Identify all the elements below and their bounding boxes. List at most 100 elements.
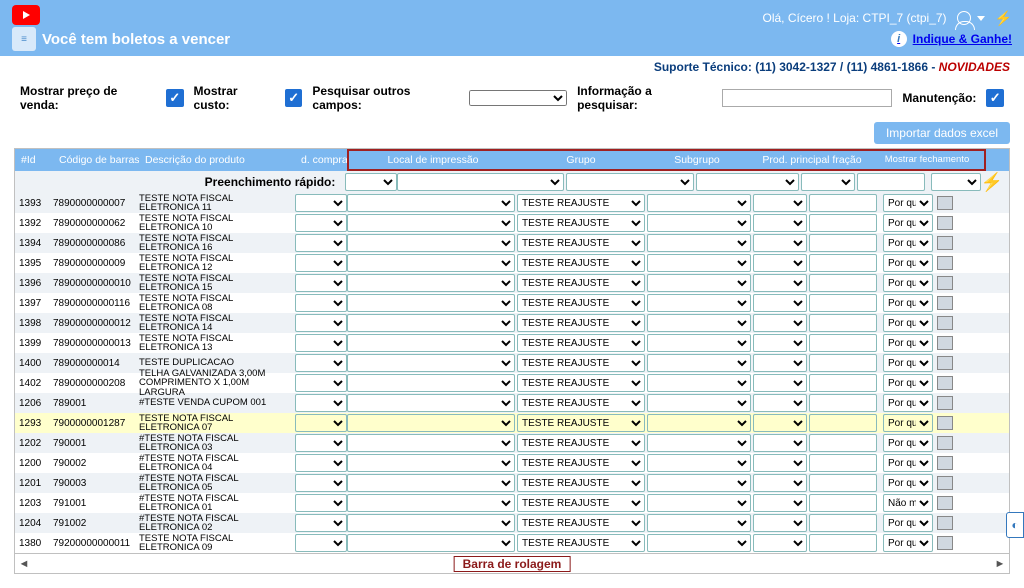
row-most-select[interactable]: Por quant: [883, 254, 933, 272]
row-details-icon[interactable]: [937, 316, 953, 330]
row-dcompra-select[interactable]: [295, 414, 347, 432]
row-prod-input[interactable]: [809, 374, 877, 392]
row-sub-select[interactable]: [647, 214, 751, 232]
row-sub-select[interactable]: [647, 294, 751, 312]
row-sub-select[interactable]: [647, 474, 751, 492]
horizontal-scrollbar[interactable]: ◄ Barra de rolagem ►: [14, 554, 1010, 574]
row-dcompra-select[interactable]: [295, 214, 347, 232]
row-prod-input[interactable]: [809, 234, 877, 252]
row-prod-select[interactable]: [753, 274, 807, 292]
row-dcompra-select[interactable]: [295, 334, 347, 352]
row-dcompra-select[interactable]: [295, 354, 347, 372]
quick-local-select[interactable]: [397, 173, 564, 191]
row-prod-select[interactable]: [753, 514, 807, 532]
row-most-select[interactable]: Por quant: [883, 334, 933, 352]
row-local-select[interactable]: [347, 234, 515, 252]
row-sub-select[interactable]: [647, 434, 751, 452]
row-prod-select[interactable]: [753, 394, 807, 412]
filter-custo-checkbox[interactable]: ✓: [285, 89, 303, 107]
row-grupo-select[interactable]: TESTE REAJUSTE: [517, 194, 645, 212]
row-details-icon[interactable]: [937, 516, 953, 530]
row-local-select[interactable]: [347, 474, 515, 492]
row-prod-input[interactable]: [809, 434, 877, 452]
row-most-select[interactable]: Por quant: [883, 514, 933, 532]
row-most-select[interactable]: Por quant: [883, 354, 933, 372]
row-grupo-select[interactable]: TESTE REAJUSTE: [517, 274, 645, 292]
row-prod-input[interactable]: [809, 494, 877, 512]
row-prod-input[interactable]: [809, 334, 877, 352]
row-details-icon[interactable]: [937, 456, 953, 470]
filter-outros-select[interactable]: [469, 90, 567, 106]
row-most-select[interactable]: Por quant: [883, 414, 933, 432]
row-most-select[interactable]: Por quant: [883, 274, 933, 292]
row-prod-input[interactable]: [809, 194, 877, 212]
row-sub-select[interactable]: [647, 394, 751, 412]
row-local-select[interactable]: [347, 354, 515, 372]
row-grupo-select[interactable]: TESTE REAJUSTE: [517, 314, 645, 332]
row-most-select[interactable]: Por quant: [883, 474, 933, 492]
row-details-icon[interactable]: [937, 356, 953, 370]
row-local-select[interactable]: [347, 314, 515, 332]
row-dcompra-select[interactable]: [295, 294, 347, 312]
row-grupo-select[interactable]: TESTE REAJUSTE: [517, 394, 645, 412]
row-details-icon[interactable]: [937, 396, 953, 410]
quick-grupo-select[interactable]: [566, 173, 693, 191]
row-local-select[interactable]: [347, 494, 515, 512]
row-most-select[interactable]: Por quant: [883, 234, 933, 252]
row-local-select[interactable]: [347, 414, 515, 432]
row-local-select[interactable]: [347, 274, 515, 292]
row-grupo-select[interactable]: TESTE REAJUSTE: [517, 414, 645, 432]
indique-link[interactable]: i Indique & Ganhe!: [891, 31, 1012, 47]
row-most-select[interactable]: Por quant: [883, 194, 933, 212]
row-prod-select[interactable]: [753, 454, 807, 472]
row-dcompra-select[interactable]: [295, 274, 347, 292]
row-sub-select[interactable]: [647, 274, 751, 292]
row-grupo-select[interactable]: TESTE REAJUSTE: [517, 474, 645, 492]
row-dcompra-select[interactable]: [295, 534, 347, 552]
col-dcompra[interactable]: d. compra: [295, 152, 347, 168]
row-grupo-select[interactable]: TESTE REAJUSTE: [517, 354, 645, 372]
row-sub-select[interactable]: [647, 314, 751, 332]
row-local-select[interactable]: [347, 294, 515, 312]
row-prod-input[interactable]: [809, 414, 877, 432]
row-local-select[interactable]: [347, 194, 515, 212]
scroll-track[interactable]: Barra de rolagem: [33, 554, 991, 573]
col-id[interactable]: #Id: [15, 152, 53, 168]
row-details-icon[interactable]: [937, 336, 953, 350]
row-local-select[interactable]: [347, 374, 515, 392]
row-dcompra-select[interactable]: [295, 474, 347, 492]
row-details-icon[interactable]: [937, 536, 953, 550]
row-dcompra-select[interactable]: [295, 194, 347, 212]
row-details-icon[interactable]: [937, 476, 953, 490]
row-local-select[interactable]: [347, 434, 515, 452]
row-details-icon[interactable]: [937, 196, 953, 210]
row-details-icon[interactable]: [937, 256, 953, 270]
scroll-left-arrow[interactable]: ◄: [15, 554, 33, 573]
row-dcompra-select[interactable]: [295, 314, 347, 332]
row-local-select[interactable]: [347, 454, 515, 472]
quick-dcompra-select[interactable]: [345, 173, 397, 191]
filter-manut-checkbox[interactable]: ✓: [986, 89, 1004, 107]
row-dcompra-select[interactable]: [295, 454, 347, 472]
row-most-select[interactable]: Por quant: [883, 394, 933, 412]
filter-info-input[interactable]: [722, 89, 892, 107]
row-prod-select[interactable]: [753, 494, 807, 512]
quick-prod-select[interactable]: [801, 173, 855, 191]
row-prod-input[interactable]: [809, 474, 877, 492]
quick-sub-select[interactable]: [696, 173, 799, 191]
row-prod-select[interactable]: [753, 214, 807, 232]
row-sub-select[interactable]: [647, 374, 751, 392]
col-desc[interactable]: Descrição do produto: [139, 152, 295, 168]
row-prod-input[interactable]: [809, 534, 877, 552]
import-button[interactable]: Importar dados excel: [874, 122, 1010, 144]
row-grupo-select[interactable]: TESTE REAJUSTE: [517, 294, 645, 312]
row-most-select[interactable]: Por quant: [883, 214, 933, 232]
row-most-select[interactable]: Por quant: [883, 294, 933, 312]
row-details-icon[interactable]: [937, 216, 953, 230]
col-prod[interactable]: Prod. principal fração: [749, 152, 875, 168]
row-prod-input[interactable]: [809, 394, 877, 412]
col-grupo[interactable]: Grupo: [517, 152, 645, 168]
row-sub-select[interactable]: [647, 514, 751, 532]
row-prod-select[interactable]: [753, 294, 807, 312]
row-grupo-select[interactable]: TESTE REAJUSTE: [517, 234, 645, 252]
